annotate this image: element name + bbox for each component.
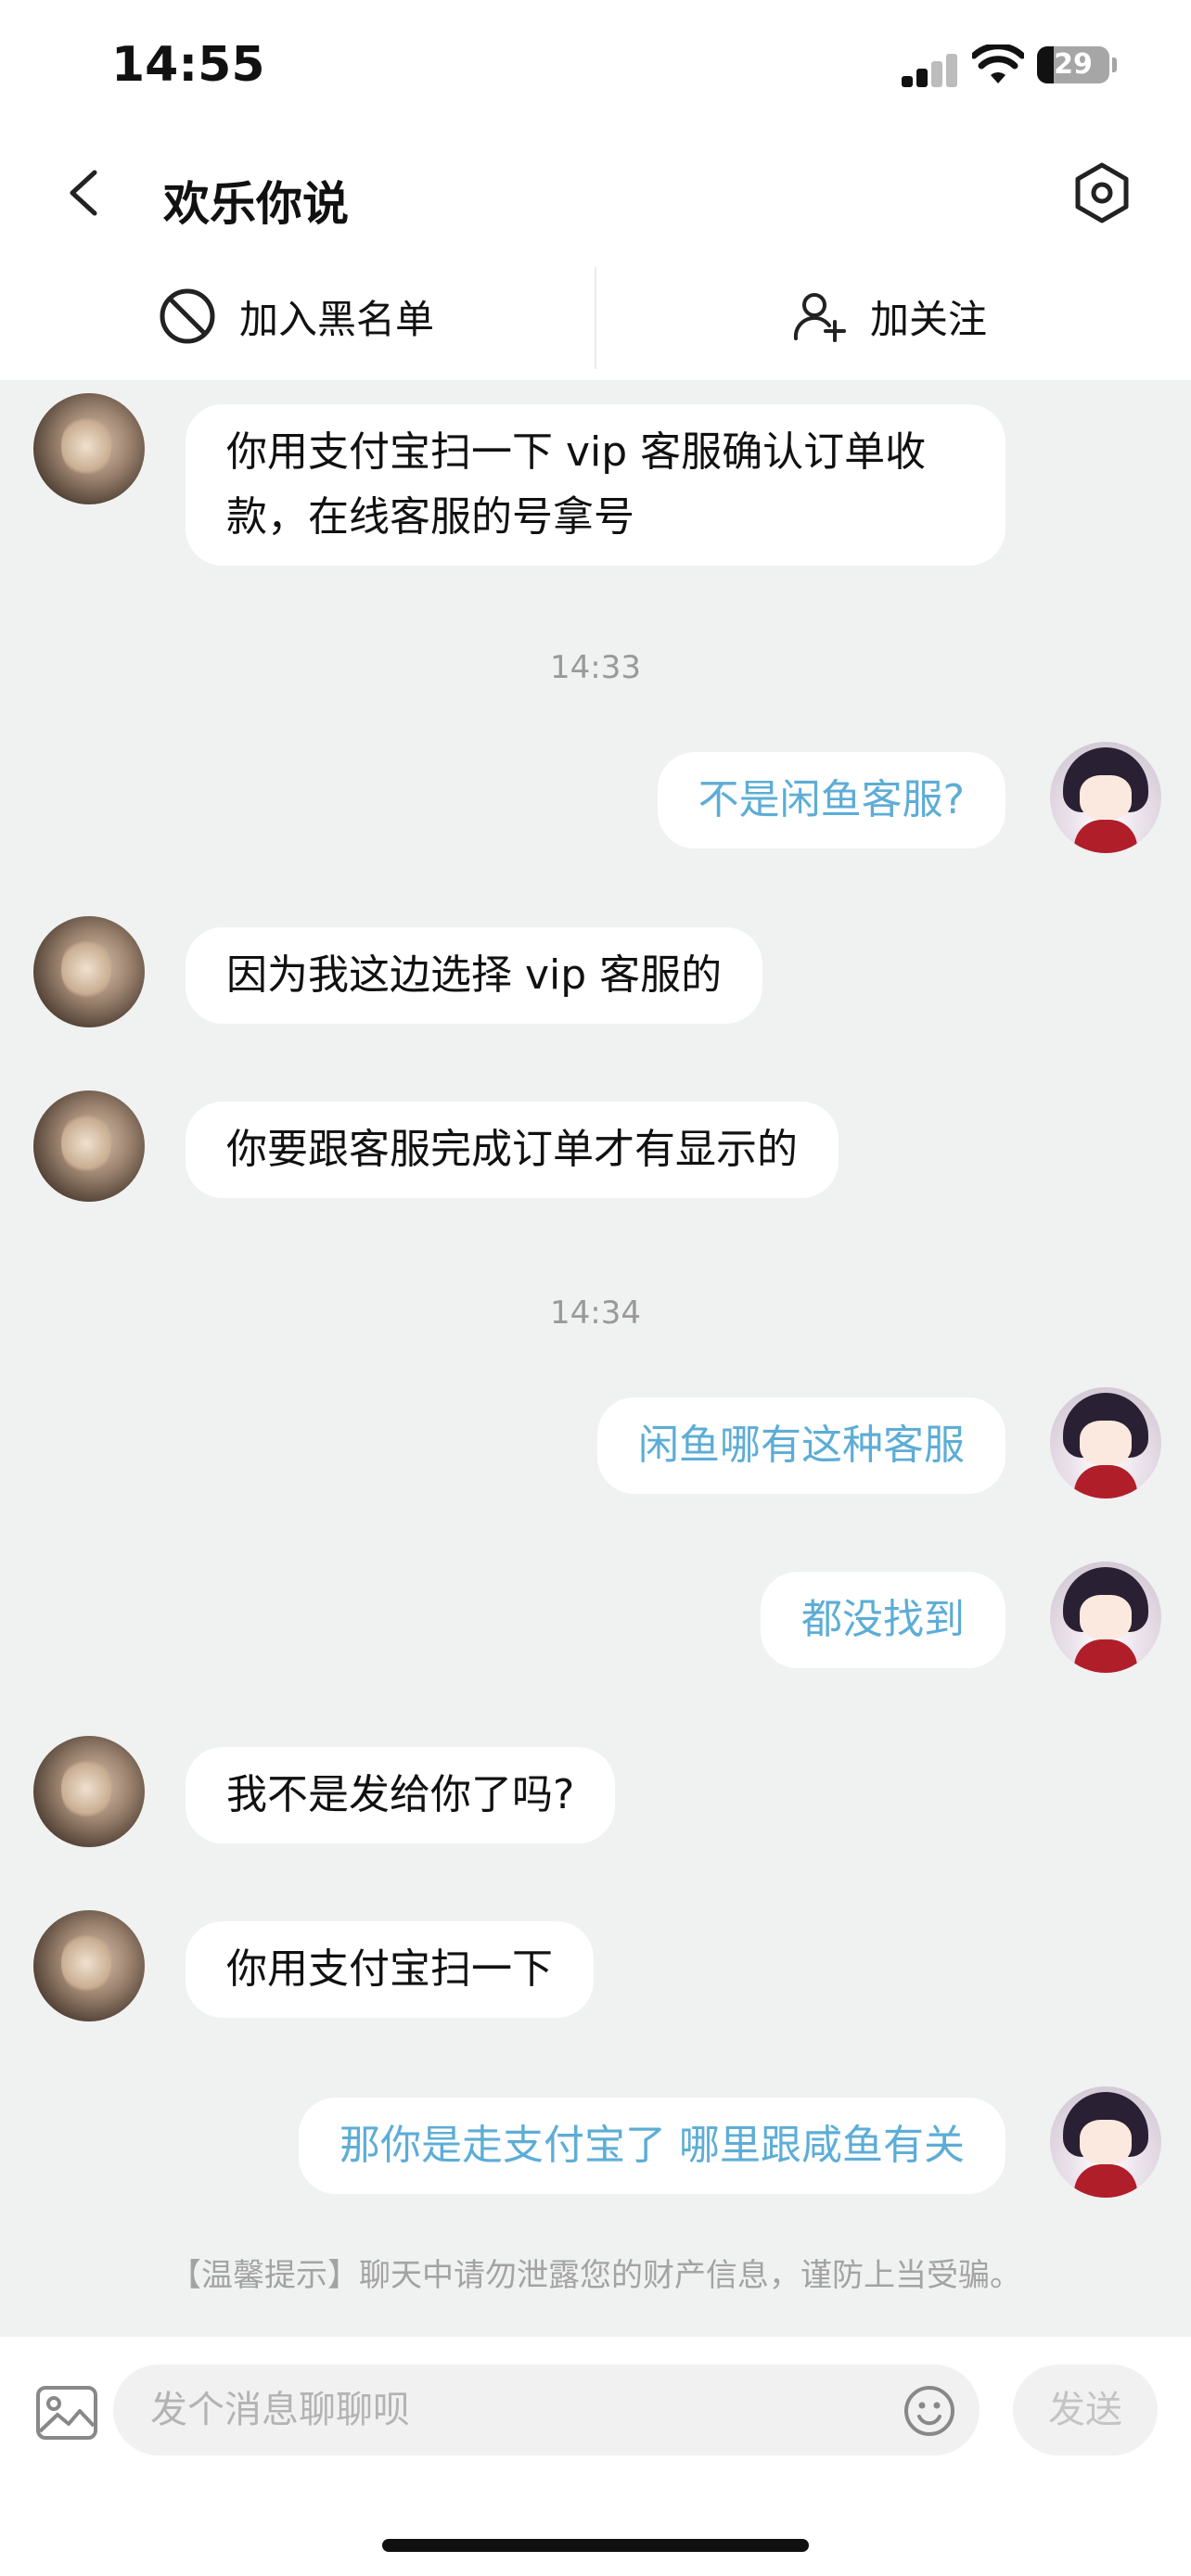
contact-avatar[interactable] <box>33 1090 145 1202</box>
outgoing-message-bubble[interactable]: 都没找到 <box>761 1572 1005 1668</box>
status-time: 14:55 <box>111 37 265 93</box>
incoming-message-bubble[interactable]: 你用支付宝扫一下 vip 客服确认订单收款，在线客服的号拿号 <box>186 404 1005 566</box>
outgoing-message-bubble[interactable]: 那你是走支付宝了 哪里跟咸鱼有关 <box>299 2098 1005 2194</box>
incoming-message-bubble[interactable]: 你用支付宝扫一下 <box>186 1921 594 2018</box>
blacklist-label: 加入黑名单 <box>239 296 435 342</box>
send-button[interactable]: 发送 <box>1013 2365 1158 2455</box>
safety-tip: 【温馨提示】聊天中请勿泄露您的财产信息，谨防上当受骗。 <box>170 2257 1021 2294</box>
add-user-icon <box>793 293 846 342</box>
block-icon <box>160 288 215 344</box>
chat-area[interactable]: 你用支付宝扫一下 vip 客服确认订单收款，在线客服的号拿号 14:33 不是闲… <box>0 380 1191 2337</box>
incoming-message-bubble[interactable]: 你要跟客服完成订单才有显示的 <box>186 1102 839 1198</box>
my-avatar[interactable] <box>1050 1387 1161 1498</box>
contact-avatar[interactable] <box>33 916 145 1027</box>
contact-avatar[interactable] <box>33 1736 145 1847</box>
wifi-icon <box>972 45 1024 83</box>
action-bar: 加入黑名单 加关注 <box>0 250 1191 380</box>
incoming-message-bubble[interactable]: 因为我这边选择 vip 客服的 <box>186 927 763 1024</box>
incoming-message-bubble[interactable]: 我不是发给你了吗? <box>186 1747 616 1843</box>
image-icon[interactable] <box>35 2385 98 2441</box>
contact-avatar[interactable] <box>33 393 145 504</box>
timestamp: 14:33 <box>550 649 641 686</box>
emoji-icon[interactable] <box>903 2385 955 2437</box>
outgoing-message-bubble[interactable]: 闲鱼哪有这种客服 <box>597 1397 1005 1494</box>
timestamp: 14:34 <box>550 1294 641 1332</box>
contact-avatar[interactable] <box>33 1910 145 2021</box>
my-avatar[interactable] <box>1050 742 1161 853</box>
status-bar: 14:55 29 <box>0 0 1191 139</box>
outgoing-message-bubble[interactable]: 不是闲鱼客服? <box>657 752 1005 848</box>
my-avatar[interactable] <box>1050 2086 1161 2198</box>
battery-nub <box>1112 57 1117 72</box>
add-to-blacklist-button[interactable]: 加入黑名单 <box>158 284 434 349</box>
page-title: 欢乐你说 <box>163 177 349 231</box>
my-avatar[interactable] <box>1050 1562 1161 1673</box>
nav-bar: 欢乐你说 <box>0 139 1191 250</box>
cellular-signal-icon <box>902 50 957 87</box>
chevron-left-icon[interactable] <box>56 163 111 223</box>
settings-icon[interactable] <box>1069 159 1135 226</box>
action-divider <box>595 267 596 369</box>
follow-button[interactable]: 加关注 <box>792 284 987 349</box>
home-indicator <box>382 2539 809 2552</box>
battery-level: 29 <box>1054 48 1093 81</box>
message-input[interactable] <box>113 2365 980 2455</box>
battery-icon: 29 <box>1037 46 1109 83</box>
follow-label: 加关注 <box>870 296 988 342</box>
